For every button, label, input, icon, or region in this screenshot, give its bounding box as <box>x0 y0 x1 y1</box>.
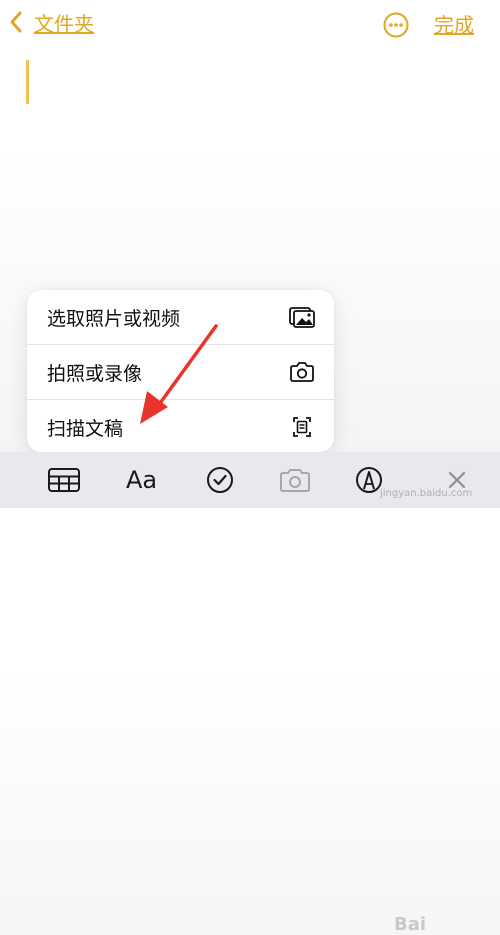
text-cursor[interactable] <box>26 60 29 104</box>
done-button[interactable]: 完成 <box>434 12 474 38</box>
more-options-button[interactable] <box>383 12 409 38</box>
home-indicator-area <box>0 508 500 516</box>
checklist-button[interactable] <box>203 465 237 495</box>
menu-item-take-photo-video[interactable]: 拍照或录像 <box>27 344 334 399</box>
camera-icon <box>290 362 314 382</box>
menu-item-label: 扫描文稿 <box>47 417 124 440</box>
watermark-url: jingyan.baidu.com <box>380 488 473 499</box>
menu-item-label: 拍照或录像 <box>47 362 143 385</box>
ellipsis-circle-icon <box>383 12 409 38</box>
table-button[interactable] <box>47 465 81 495</box>
checklist-icon <box>207 467 233 493</box>
watermark-logo: Bai <box>394 914 427 935</box>
back-label: 文件夹 <box>34 12 94 36</box>
table-icon <box>48 468 80 492</box>
menu-item-label: 选取照片或视频 <box>47 307 181 330</box>
navigation-bar: 文件夹 完成 <box>0 0 500 52</box>
chevron-left-icon <box>8 10 24 38</box>
scan-document-icon <box>293 417 311 437</box>
camera-icon <box>280 469 310 492</box>
menu-item-choose-photo-video[interactable]: 选取照片或视频 <box>27 290 334 344</box>
text-format-button[interactable]: Aa <box>126 465 157 495</box>
back-button[interactable]: 文件夹 <box>8 10 94 38</box>
photo-library-icon <box>289 307 315 328</box>
formatting-toolbar: Aa Bai <box>0 452 500 935</box>
menu-item-scan-document[interactable]: 扫描文稿 <box>27 399 334 452</box>
camera-button[interactable] <box>278 465 312 495</box>
attachment-menu: 选取照片或视频 拍照或录像 扫描文稿 <box>27 290 334 452</box>
